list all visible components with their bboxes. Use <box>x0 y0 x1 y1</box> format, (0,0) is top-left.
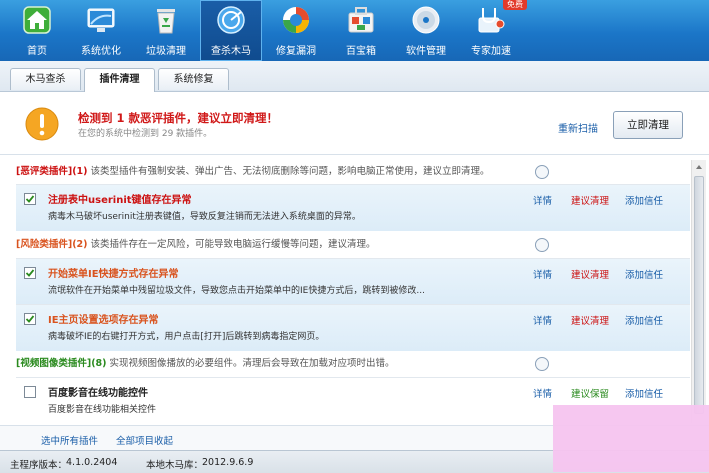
chevron-down-icon[interactable] <box>535 357 549 371</box>
details-link[interactable]: 详情 <box>533 267 552 281</box>
category-name: [风险类插件] <box>16 239 73 250</box>
item-checkbox[interactable] <box>24 267 36 279</box>
list-item[interactable]: 注册表中userinit键值存在异常 病毒木马破坏userinit注册表键值，导… <box>16 184 690 231</box>
select-all-plugins-link[interactable]: 选中所有插件 <box>41 433 98 447</box>
category-desc: 该类型插件有强制安装、弹出广告、无法彻底删除等问题，影响电脑正常使用，建议立即清… <box>90 166 490 177</box>
trojan-db-value: 2012.9.6.9 <box>202 457 254 468</box>
category-desc: 实现视频图像播放的必要组件。清理后会导致在加载对应项时出错。 <box>109 358 395 369</box>
scan-result-header: 检测到 1 款恶评插件，建议立即清理！ 在您的系统中检测到 29 款插件。 重新… <box>0 92 709 155</box>
toolbar-label: 修复漏洞 <box>276 46 316 57</box>
tab-plugin-clean[interactable]: 插件清理 <box>84 68 155 92</box>
tab-trojan-scan[interactable]: 木马查杀 <box>10 68 81 90</box>
shield-scan-icon <box>217 6 245 34</box>
item-checkbox[interactable] <box>24 193 36 205</box>
action-link[interactable]: 建议清理 <box>571 313 609 327</box>
checkmark-icon <box>25 195 35 203</box>
clean-now-button[interactable]: 立即清理 <box>613 111 683 139</box>
toolbar-home[interactable]: 首页 <box>6 0 68 61</box>
category-header[interactable]: [视频图像类插件](8) 实现视频图像播放的必要组件。清理后会导致在加载对应项时… <box>16 352 690 376</box>
plugin-list: [恶评类插件](1) 该类型插件有强制安装、弹出广告、无法彻底删除等问题，影响电… <box>16 160 690 423</box>
toolbar-junk-clean[interactable]: 垃圾清理 <box>135 0 197 61</box>
item-checkbox[interactable] <box>24 386 36 398</box>
free-badge: 免费 <box>503 0 527 10</box>
details-link[interactable]: 详情 <box>533 313 552 327</box>
toolbar-label: 系统优化 <box>81 46 121 57</box>
stethoscope-icon <box>478 8 505 33</box>
category-count: (8) <box>91 358 107 369</box>
add-trust-link[interactable]: 添加信任 <box>625 313 663 327</box>
toolbar-trojan-scan[interactable]: 查杀木马 <box>200 0 262 61</box>
scroll-thumb[interactable] <box>694 176 704 414</box>
version-label: 主程序版本： <box>10 460 68 471</box>
item-desc: 病毒破坏IE的右键打开方式，用户点击[打开]后跳转到病毒指定网页。 <box>48 332 325 342</box>
chevron-up-icon[interactable] <box>694 162 704 172</box>
item-title: 开始菜单IE快捷方式存在异常 <box>48 269 179 280</box>
action-link[interactable]: 建议清理 <box>571 193 609 207</box>
toolbar-label: 首页 <box>27 46 47 57</box>
item-desc: 百度影音在线功能相关控件 <box>48 405 157 415</box>
watermark-overlay <box>553 405 709 472</box>
toolbar-fix-vulnerabilities[interactable]: 修复漏洞 <box>265 0 327 61</box>
item-title: 注册表中userinit键值存在异常 <box>48 195 192 206</box>
add-trust-link[interactable]: 添加信任 <box>625 267 663 281</box>
recycle-bin-icon <box>157 9 175 34</box>
item-desc: 病毒木马破坏userinit注册表键值，导致反复注销而无法进入系统桌面的异常。 <box>48 212 361 222</box>
checkmark-icon <box>25 269 35 277</box>
checkmark-icon <box>25 315 35 323</box>
toolbar-label: 查杀木马 <box>211 46 251 57</box>
add-trust-link[interactable]: 添加信任 <box>625 193 663 207</box>
item-checkbox[interactable] <box>24 313 36 325</box>
alert-title: 检测到 1 款恶评插件，建议立即清理！ <box>78 111 279 125</box>
category-header[interactable]: [风险类插件](2) 该类插件存在一定风险，可能导致电脑运行缓慢等问题，建议清理… <box>16 233 690 257</box>
item-title: IE主页设置选项存在异常 <box>48 315 159 326</box>
details-link[interactable]: 详情 <box>533 386 552 400</box>
list-item[interactable]: IE主页设置选项存在异常 病毒破坏IE的右键打开方式，用户点击[打开]后跳转到病… <box>16 304 690 351</box>
tab-bar: 木马查杀 插件清理 系统修复 <box>0 61 709 92</box>
category-name: [恶评类插件] <box>16 166 73 177</box>
toolbar-software-manage[interactable]: 软件管理 <box>395 0 457 61</box>
home-icon <box>23 6 51 34</box>
repair-icon <box>283 7 309 33</box>
details-link[interactable]: 详情 <box>533 193 552 207</box>
action-link[interactable]: 建议保留 <box>571 386 609 400</box>
version-value: 4.1.0.2404 <box>66 457 118 468</box>
chevron-down-icon[interactable] <box>535 165 549 179</box>
alert-subtitle: 在您的系统中检测到 29 款插件。 <box>78 129 213 139</box>
toolbar-label: 垃圾清理 <box>146 46 186 57</box>
add-trust-link[interactable]: 添加信任 <box>625 386 663 400</box>
trojan-db-label: 本地木马库： <box>146 460 204 471</box>
toolbar-system-optimize[interactable]: 系统优化 <box>70 0 132 61</box>
toolbar-label: 专家加速 <box>471 46 511 57</box>
list-item[interactable]: 开始菜单IE快捷方式存在异常 流氓软件在开始菜单中残留垃圾文件，导致您点击开始菜… <box>16 258 690 305</box>
rescan-link[interactable]: 重新扫描 <box>558 120 598 135</box>
item-title: 百度影音在线功能控件 <box>48 388 148 399</box>
category-desc: 该类插件存在一定风险，可能导致电脑运行缓慢等问题，建议清理。 <box>90 239 376 250</box>
category-name: [视频图像类插件] <box>16 358 92 369</box>
item-desc: 流氓软件在开始菜单中残留垃圾文件，导致您点击开始菜单中的IE快捷方式后，跳转到被… <box>48 286 425 296</box>
category-count: (1) <box>72 166 88 177</box>
toolbar-toolbox[interactable]: 百宝箱 <box>330 0 392 61</box>
tab-system-repair[interactable]: 系统修复 <box>158 68 229 90</box>
disc-icon <box>412 6 440 34</box>
collapse-all-link[interactable]: 全部项目收起 <box>116 433 173 447</box>
action-link[interactable]: 建议清理 <box>571 267 609 281</box>
chevron-down-icon[interactable] <box>535 238 549 252</box>
monitor-icon <box>87 8 115 32</box>
category-count: (2) <box>72 239 88 250</box>
main-toolbar: 首页 系统优化 垃圾清理 查杀木马 修复漏洞 百宝箱 软件管理 专家加速 免费 <box>0 0 709 61</box>
toolbar-label: 百宝箱 <box>346 46 376 57</box>
warning-icon <box>25 107 59 141</box>
list-scrollbar[interactable] <box>691 160 706 423</box>
toolbox-icon <box>348 7 374 33</box>
category-header[interactable]: [恶评类插件](1) 该类型插件有强制安装、弹出广告、无法彻底删除等问题，影响电… <box>16 160 690 184</box>
toolbar-label: 软件管理 <box>406 46 446 57</box>
